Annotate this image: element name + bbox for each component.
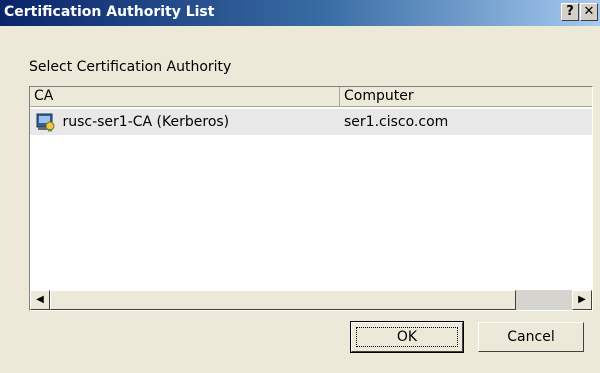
horizontal-scrollbar[interactable]: ◀ ▶ [30,290,592,310]
title-bar[interactable]: Certification Authority List ? ✕ [0,0,600,26]
help-button[interactable]: ? [561,3,579,21]
scroll-left-arrow-icon[interactable]: ◀ [30,290,50,310]
list-row[interactable]: rusc-ser1-CA (Kerberos) ser1.cisco.com [30,109,592,135]
ok-button-label: OK [396,329,418,345]
row-ca-name: rusc-ser1-CA (Kerberos) [62,114,230,130]
scroll-thumb[interactable] [50,290,516,310]
ok-button[interactable]: OK [350,321,464,353]
row-ca-cell: rusc-ser1-CA (Kerberos) [36,112,229,132]
cancel-button[interactable]: Cancel [478,322,584,352]
column-header-ca[interactable]: CA [30,87,340,107]
certification-authority-dialog: Certification Authority List ? ✕ Select … [0,0,600,373]
window-title: Certification Authority List [4,4,215,20]
column-header-computer[interactable]: Computer [340,87,592,107]
list-header: CA Computer [30,87,592,107]
scroll-right-arrow-icon[interactable]: ▶ [572,290,592,310]
row-computer-name: ser1.cisco.com [344,114,449,130]
certificate-server-icon [36,112,56,132]
select-ca-label: Select Certification Authority [29,59,232,75]
scroll-track[interactable] [516,290,572,310]
close-button[interactable]: ✕ [580,3,598,21]
ca-list-view[interactable]: CA Computer rusc-ser1-CA (Kerberos) ser1… [29,86,593,311]
